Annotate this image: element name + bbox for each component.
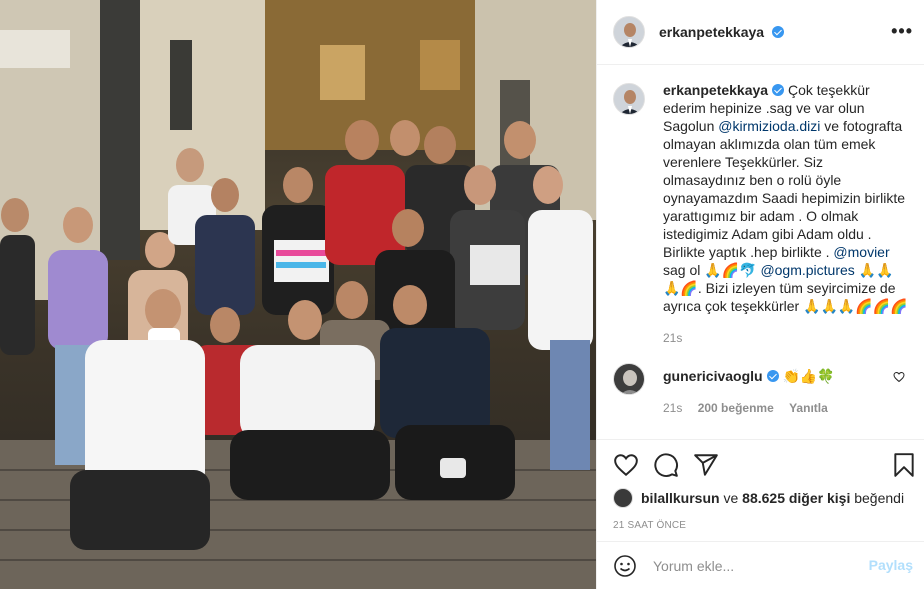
author-username[interactable]: erkanpetekkaya: [659, 24, 784, 40]
share-icon[interactable]: [693, 452, 719, 478]
caption-text-3: sag ol 🙏🌈🐬: [663, 262, 761, 278]
post-comment-button[interactable]: Paylaş: [869, 557, 913, 573]
commenter-avatar[interactable]: [613, 363, 645, 395]
comments-section[interactable]: erkanpetekkaya Çok teşekkür ederim hepin…: [597, 65, 924, 439]
comment-meta: 21s 200 beğenme Yanıtla: [663, 399, 909, 417]
mention-link[interactable]: @ogm.pictures: [760, 262, 854, 278]
post-sidebar: erkanpetekkaya ••• erkanpetekkaya Çok te…: [596, 0, 924, 589]
likes-suffix: beğendi: [850, 490, 905, 506]
comment-body: gunericivaoglu 👏👍🍀 21s 200 beğenme Yanıt…: [663, 361, 909, 417]
verified-badge-icon: [766, 370, 779, 382]
caption-username[interactable]: erkanpetekkaya: [663, 82, 768, 98]
mention-link[interactable]: @kirmizioda.dizi: [718, 118, 820, 134]
caption-text-2: ve fotografta olmayan aklımızda olan tüm…: [663, 118, 905, 260]
bookmark-icon[interactable]: [891, 452, 917, 478]
caption-meta: 21s: [663, 329, 909, 347]
commenter-username[interactable]: gunericivaoglu: [663, 368, 763, 384]
heart-icon[interactable]: [613, 452, 639, 478]
comment-likes[interactable]: 200 beğenme: [698, 401, 774, 415]
avatar-portrait: [614, 84, 644, 114]
verified-badge-icon: [772, 84, 785, 96]
post-actions: bilallkursun ve 88.625 diğer kişi beğend…: [597, 439, 924, 549]
likes-count[interactable]: 88.625 diğer kişi: [742, 490, 850, 506]
avatar-portrait: [614, 364, 644, 394]
liker-avatar[interactable]: [613, 488, 633, 508]
comment-like-icon[interactable]: [893, 371, 905, 383]
post-photo[interactable]: [0, 0, 596, 589]
liker-username[interactable]: bilallkursun: [641, 490, 720, 506]
post-header: erkanpetekkaya •••: [597, 0, 924, 65]
caption: erkanpetekkaya Çok teşekkür ederim hepin…: [613, 81, 909, 347]
post-timestamp[interactable]: 21 SAAT ÖNCE: [613, 520, 686, 531]
group-photo-illustration: [0, 0, 596, 589]
reply-button[interactable]: Yanıtla: [789, 401, 828, 415]
more-options-icon[interactable]: •••: [891, 22, 913, 40]
likes-summary: bilallkursun ve 88.625 diğer kişi beğend…: [613, 488, 904, 508]
caption-age[interactable]: 21s: [663, 331, 682, 345]
comment-icon[interactable]: [653, 452, 679, 478]
add-comment-bar: Paylaş: [597, 541, 924, 589]
mention-link[interactable]: @movier: [833, 244, 889, 260]
comment-text: 👏👍🍀: [782, 368, 835, 384]
emoji-icon[interactable]: [613, 554, 637, 578]
author-username-text[interactable]: erkanpetekkaya: [659, 24, 764, 40]
likes-connector: ve: [719, 490, 743, 506]
comment-input[interactable]: [653, 557, 863, 574]
caption-avatar[interactable]: [613, 83, 645, 115]
verified-badge-icon: [771, 26, 784, 38]
author-avatar[interactable]: [613, 16, 645, 48]
comment-age[interactable]: 21s: [663, 401, 682, 415]
comment-item: gunericivaoglu 👏👍🍀 21s 200 beğenme Yanıt…: [613, 361, 909, 417]
caption-body: erkanpetekkaya Çok teşekkür ederim hepin…: [663, 81, 909, 347]
avatar-portrait: [614, 17, 644, 47]
